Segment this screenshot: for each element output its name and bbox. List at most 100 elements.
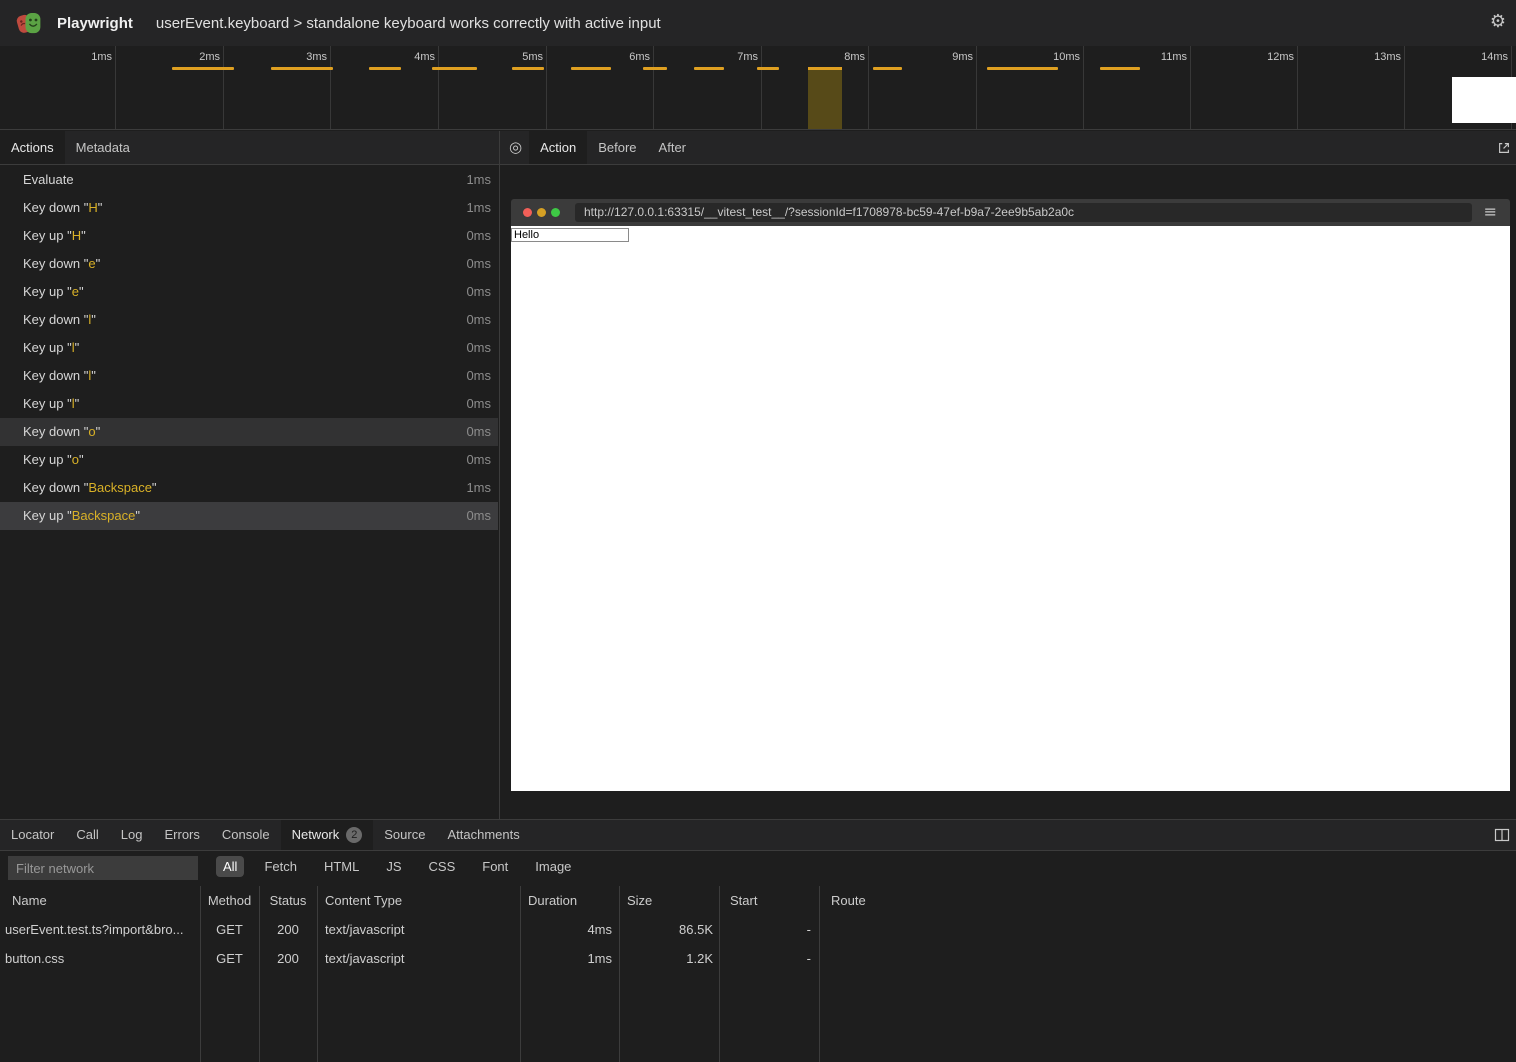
tab-console[interactable]: Console	[211, 820, 281, 850]
browser-chrome: http://127.0.0.1:63315/__vitest_test__/?…	[511, 199, 1510, 226]
action-row[interactable]: Key down "l"0ms	[0, 306, 498, 334]
action-row[interactable]: Key up "o"0ms	[0, 446, 498, 474]
tab-errors[interactable]: Errors	[153, 820, 210, 850]
main-split: Actions Metadata Evaluate1ms Key down "H…	[0, 131, 1516, 819]
timeline-tick-label: 11ms	[1127, 51, 1187, 63]
network-count-badge: 2	[346, 827, 362, 843]
actions-panel: Actions Metadata Evaluate1ms Key down "H…	[0, 131, 500, 819]
network-table-header: Name Method Status Content Type Duration…	[0, 886, 1516, 915]
network-filter-row: All Fetch HTML JS CSS Font Image	[0, 851, 1516, 886]
playwright-logo-icon	[15, 10, 43, 37]
action-row[interactable]: Key up "Backspace"0ms	[0, 502, 498, 530]
timeline-action-bar[interactable]	[694, 67, 724, 70]
timeline-action-bar[interactable]	[987, 67, 1058, 70]
action-list: Evaluate1ms Key down "H"1ms Key up "H"0m…	[0, 166, 498, 530]
tab-after[interactable]: After	[648, 131, 697, 164]
timeline-action-bar[interactable]	[757, 67, 779, 70]
traffic-light-green-icon	[551, 208, 560, 217]
action-label: Key up "l"	[23, 390, 79, 418]
timeline-action-bar[interactable]	[873, 67, 902, 70]
column-divider	[520, 886, 521, 1062]
split-view-icon[interactable]	[1494, 827, 1510, 846]
action-row[interactable]: Key up "e"0ms	[0, 278, 498, 306]
timeline-action-bar[interactable]	[1100, 67, 1140, 70]
tab-locator[interactable]: Locator	[0, 820, 65, 850]
tab-log[interactable]: Log	[110, 820, 154, 850]
timeline-gridline	[546, 46, 547, 129]
timeline-gridline	[115, 46, 116, 129]
chip-css[interactable]: CSS	[422, 856, 463, 877]
timeline-action-bar[interactable]	[432, 67, 477, 70]
open-external-icon[interactable]	[1497, 141, 1511, 158]
column-divider	[317, 886, 318, 1062]
timeline-gridline	[223, 46, 224, 129]
column-divider	[200, 886, 201, 1062]
action-row[interactable]: Key down "l"0ms	[0, 362, 498, 390]
browser-frame: http://127.0.0.1:63315/__vitest_test__/?…	[511, 199, 1510, 791]
timeline-action-bar[interactable]	[512, 67, 544, 70]
action-row[interactable]: Key up "H"0ms	[0, 222, 498, 250]
action-label: Key up "Backspace"	[23, 502, 140, 530]
filter-network-input[interactable]	[8, 856, 198, 880]
network-table: Name Method Status Content Type Duration…	[0, 886, 1516, 973]
action-duration: 1ms	[466, 194, 491, 222]
bottom-panel: Locator Call Log Errors Console Network …	[0, 819, 1516, 1062]
bottom-tab-strip: Locator Call Log Errors Console Network …	[0, 820, 1516, 851]
page-snapshot[interactable]	[511, 226, 1510, 791]
tab-before[interactable]: Before	[587, 131, 647, 164]
tab-metadata[interactable]: Metadata	[65, 131, 141, 164]
tab-attachments[interactable]: Attachments	[436, 820, 530, 850]
film-strip-thumbnail[interactable]	[1452, 77, 1516, 123]
timeline-tick-label: 2ms	[160, 51, 220, 63]
pick-locator-target-icon[interactable]: ◎	[509, 131, 522, 164]
tab-call[interactable]: Call	[65, 820, 109, 850]
timeline-tick-label: 12ms	[1234, 51, 1294, 63]
timeline-tick-label: 3ms	[267, 51, 327, 63]
timeline-tick-label: 6ms	[590, 51, 650, 63]
timeline-action-bar[interactable]	[172, 67, 234, 70]
action-duration: 0ms	[466, 362, 491, 390]
tab-source[interactable]: Source	[373, 820, 436, 850]
snapshot-text-input[interactable]	[511, 228, 629, 242]
timeline-action-bar[interactable]	[571, 67, 611, 70]
tab-action[interactable]: Action	[529, 131, 587, 164]
timeline-tick-label: 7ms	[698, 51, 758, 63]
tab-actions[interactable]: Actions	[0, 131, 65, 164]
chip-js[interactable]: JS	[379, 856, 408, 877]
timeline-action-bar[interactable]	[643, 67, 667, 70]
column-divider	[819, 886, 820, 1062]
timeline-tick-label: 9ms	[913, 51, 973, 63]
column-divider	[259, 886, 260, 1062]
header-bar: Playwright userEvent.keyboard > standalo…	[0, 0, 1516, 46]
tab-network[interactable]: Network 2	[281, 820, 374, 850]
timeline-gridline	[1404, 46, 1405, 129]
timeline-selected-action-bar[interactable]	[808, 67, 842, 129]
timeline-action-bar[interactable]	[369, 67, 401, 70]
network-table-row[interactable]: button.css GET 200 text/javascript 1ms 1…	[0, 944, 1516, 973]
action-row[interactable]: Key down "Backspace"1ms	[0, 474, 498, 502]
app-title: Playwright	[57, 15, 133, 32]
timeline-gridline	[868, 46, 869, 129]
action-row[interactable]: Key up "l"0ms	[0, 390, 498, 418]
action-label: Evaluate	[23, 166, 74, 194]
traffic-light-yellow-icon	[537, 208, 546, 217]
action-row[interactable]: Key up "l"0ms	[0, 334, 498, 362]
action-row[interactable]: Evaluate1ms	[0, 166, 498, 194]
chip-html[interactable]: HTML	[317, 856, 366, 877]
settings-gear-icon[interactable]: ⚙	[1490, 11, 1506, 32]
timeline-action-bar[interactable]	[271, 67, 333, 70]
action-duration: 0ms	[466, 334, 491, 362]
action-row[interactable]: Key down "H"1ms	[0, 194, 498, 222]
chip-image[interactable]: Image	[528, 856, 578, 877]
action-row[interactable]: Key down "o"0ms	[0, 418, 498, 446]
network-table-row[interactable]: userEvent.test.ts?import&bro... GET 200 …	[0, 915, 1516, 944]
timeline-tick-label: 4ms	[375, 51, 435, 63]
chip-fetch[interactable]: Fetch	[257, 856, 304, 877]
action-row[interactable]: Key down "e"0ms	[0, 250, 498, 278]
test-title: userEvent.keyboard > standalone keyboard…	[156, 15, 661, 32]
chip-font[interactable]: Font	[475, 856, 515, 877]
column-divider	[619, 886, 620, 1062]
timeline[interactable]: 1ms2ms3ms4ms5ms6ms7ms8ms9ms10ms11ms12ms1…	[0, 46, 1516, 130]
chip-all[interactable]: All	[216, 856, 244, 877]
action-label: Key down "l"	[23, 306, 96, 334]
